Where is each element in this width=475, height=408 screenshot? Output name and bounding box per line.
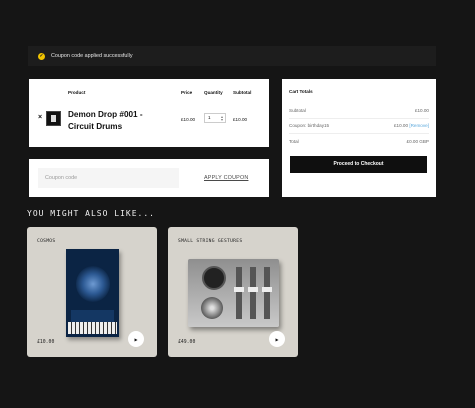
cover-band: [71, 310, 114, 322]
coupon-label: Coupon: birthday15: [289, 123, 330, 128]
header-quantity: Quantity: [204, 90, 223, 95]
quantity-value: 1: [208, 115, 211, 120]
total-value: £0.00 GBP: [406, 139, 429, 144]
item-price: £10.00: [181, 117, 196, 122]
divider: [289, 133, 429, 134]
small-string-gestures-product-image[interactable]: [188, 259, 279, 327]
fader-art: [234, 267, 244, 319]
apply-coupon-button[interactable]: APPLY COUPON: [204, 175, 248, 181]
subtotal-row: Subtotal £10.00: [289, 108, 429, 113]
header-price: Price: [181, 90, 193, 95]
arrow-right-icon: ▶: [134, 336, 138, 342]
nebula-art: [76, 266, 110, 302]
cart-table: Product Price Quantity Subtotal × Demon …: [29, 79, 269, 147]
subtotal-label: Subtotal: [289, 108, 306, 113]
remove-coupon-link[interactable]: [Remove]: [409, 123, 429, 128]
fader-art: [262, 267, 272, 319]
also-like-heading: YOU MIGHT ALSO LIKE...: [27, 209, 155, 218]
coupon-box: Coupon code APPLY COUPON: [29, 159, 269, 197]
add-to-cart-arrow-button[interactable]: ▶: [128, 331, 144, 347]
product-thumbnail[interactable]: [46, 111, 61, 126]
piano-keys-art: [68, 322, 117, 334]
add-to-cart-arrow-button[interactable]: ▶: [269, 331, 285, 347]
coupon-value: £10.00: [393, 123, 409, 128]
proceed-to-checkout-button[interactable]: Proceed to Checkout: [290, 156, 427, 173]
product-card-name: SMALL STRING GESTURES: [178, 239, 243, 244]
item-subtotal: £10.00: [233, 117, 248, 122]
total-row: Total £0.00 GBP: [289, 139, 429, 144]
product-card-price: £49.00: [178, 340, 196, 345]
check-icon: ✓: [38, 52, 45, 60]
header-subtotal: Subtotal: [233, 90, 252, 95]
product-card-name: COSMOS: [37, 239, 56, 244]
fader-art: [248, 267, 258, 319]
coupon-success-notice: ✓ Coupon code applied successfully: [28, 46, 436, 66]
cart-totals: Cart Totals Subtotal £10.00 Coupon: birt…: [282, 79, 436, 197]
coupon-row: Coupon: birthday15 £10.00 [Remove]: [289, 123, 429, 128]
notice-message: Coupon code applied successfully: [51, 53, 133, 59]
header-product: Product: [68, 90, 86, 95]
scope-display-art: [202, 266, 226, 290]
totals-title: Cart Totals: [289, 89, 313, 94]
cosmos-product-image[interactable]: [66, 249, 119, 337]
arrow-right-icon: ▶: [275, 336, 279, 342]
coupon-input[interactable]: Coupon code: [38, 168, 179, 188]
remove-item-button[interactable]: ×: [38, 114, 42, 121]
subtotal-value: £10.00: [414, 108, 429, 113]
product-card[interactable]: COSMOS £10.00 ▶: [27, 227, 157, 357]
product-card[interactable]: SMALL STRING GESTURES £49.00 ▶: [168, 227, 298, 357]
product-card-price: £10.00: [37, 340, 55, 345]
total-label: Total: [289, 139, 299, 144]
knob-art: [201, 297, 223, 319]
quantity-stepper[interactable]: 1 ▴ ▾: [204, 113, 226, 123]
divider: [289, 118, 429, 119]
stepper-arrows-icon[interactable]: ▴ ▾: [221, 115, 223, 122]
product-name-link[interactable]: Demon Drop #001 - Circuit Drums: [68, 109, 168, 133]
